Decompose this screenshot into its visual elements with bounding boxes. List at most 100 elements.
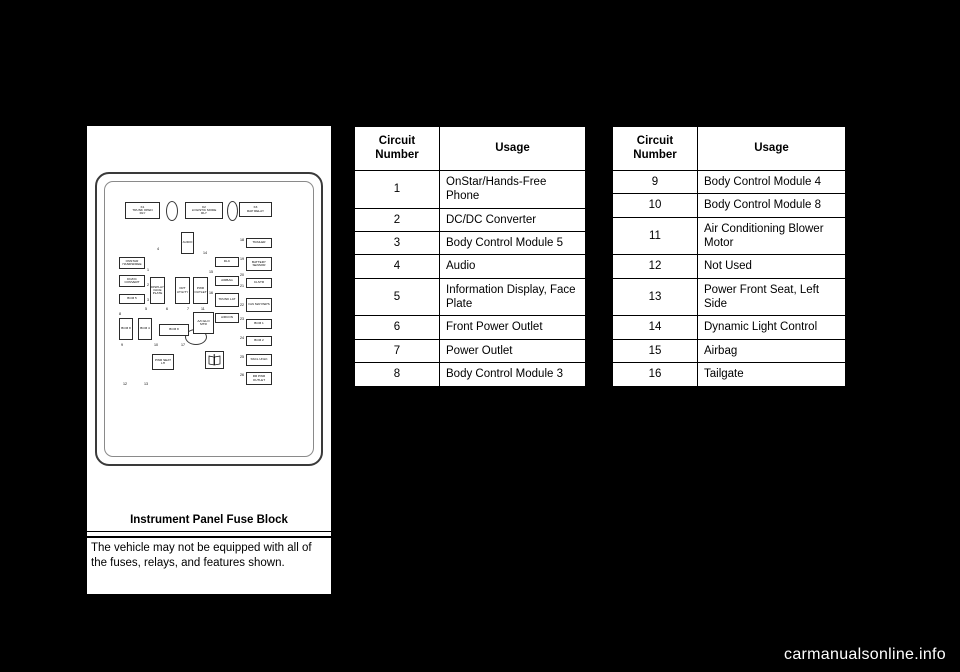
fuse-table-right-head: Circuit Number Usage [612,126,846,171]
cell-usage: Power Front Seat, Left Side [697,277,846,317]
table-row: 2 DC/DC Converter [354,207,586,232]
fuse-battery-sensor: BATTERY SENSOR [246,257,272,271]
manual-booklet-icon [205,351,224,369]
fuse-bcm8-left-label: BCM 8 [121,326,131,331]
header-circuit-number: Circuit Number [354,126,440,171]
callout-12: 12 [123,382,127,386]
fuse-airbag: AIRBAG [215,276,239,286]
figure-caption-rule [87,531,331,532]
fuse-sscl-unlk: SSCL UNLK [246,354,272,366]
callout-23: 23 [240,317,244,321]
fuse-dlc-label: DLC [223,259,231,264]
table-row: 1 OnStar/Hands-Free Phone [354,169,586,209]
cell-circuit-number: 4 [354,254,440,279]
callout-11: 11 [201,307,205,311]
table-row: 16 Tailgate [612,362,846,387]
fuse-bcm8-mid: BCM 8 [159,324,189,336]
fuse-block-outline: K1 TRUNK OPEN RLY K2 LOGISTIC MODE RLY K… [95,172,323,466]
table-row: 6 Front Power Outlet [354,315,586,340]
fuse-display-face-plate-label: DISPLAY FACE PLATE [151,284,164,296]
site-watermark: carmanualsonline.info [784,646,946,663]
callout-21: 21 [240,284,244,288]
fuse-table-right-body: 9 Body Control Module 4 10 Body Control … [612,169,846,387]
table-row: 13 Power Front Seat, Left Side [612,277,846,317]
cell-circuit-number: 10 [612,193,698,218]
figure-caption: Instrument Panel Fuse Block [130,514,288,526]
relay-k3-label: K3 RAP RELAY [246,205,265,213]
table-row: 3 Body Control Module 5 [354,230,586,256]
fuse-pwr-seat-lh: PWR SEAT LH [152,354,174,370]
cell-circuit-number: 3 [354,230,440,256]
fuse-aircon-label: A/RCON [220,315,234,320]
callout-7: 7 [187,307,189,311]
callout-18: 18 [240,238,244,242]
callout-10: 10 [154,343,158,347]
fuse-ign-sw-peps-label: IGN SW/ PEPS [248,302,270,307]
header-circuit-number: Circuit Number [612,126,698,171]
fuse-battery-sensor-label: BATTERY SENSOR [252,259,266,267]
callout-16: 16 [209,291,213,295]
cell-usage: Air Conditioning Blower Motor [697,216,846,256]
fuse-aircon: A/RCON [215,313,239,323]
fuse-clstr: CLSTR [246,278,272,288]
cell-usage: OnStar/Hands-Free Phone [439,169,586,209]
cell-circuit-number: 2 [354,207,440,232]
table-row: 5 Information Display, Face Plate [354,277,586,317]
decor-ellipse-2 [227,201,238,221]
relay-k3: K3 RAP RELAY [239,202,272,217]
fuse-ac-elo-mtr-label: A/C ELO MTR [197,318,210,326]
callout-8: 8 [119,312,121,316]
fuse-display-face-plate: DISPLAY FACE PLATE [150,277,165,304]
fuse-dcdc-converter: DC/DC CONVERT [119,275,145,287]
fuse-audio-label: AUDIO [182,240,193,245]
fuse-dcdc-converter-label: DC/DC CONVERT [124,276,140,284]
cell-circuit-number: 15 [612,338,698,364]
relay-k2-label: K2 LOGISTIC MODE RLY [191,204,217,216]
table-row: 14 Dynamic Light Control [612,315,846,340]
fuse-bcm8-mid-label: BCM 8 [169,327,179,332]
table-row: 8 Body Control Module 3 [354,362,586,387]
relay-k1: K1 TRUNK OPEN RLY [125,202,160,219]
cell-circuit-number: 7 [354,338,440,364]
fuse-bcm4-label: BCM 4 [140,326,150,331]
callout-5: 5 [145,307,147,311]
fuse-ac-elo-mtr: A/C ELO MTR [193,312,214,334]
fuse-onstar-handsfree-label: ONSTAR HANDSFREE [122,258,142,266]
table-row: 15 Airbag [612,338,846,364]
fuse-frt-utility: FRT UTILITY [175,277,190,304]
fuse-airbag-label: AIRBAG [221,278,233,283]
fuse-audio: AUDIO [181,232,194,254]
callout-17: 17 [181,343,185,347]
table-row: 10 Body Control Module 8 [612,193,846,218]
callout-3: 3 [147,298,149,302]
fuse-bcm4: BCM 4 [138,318,152,340]
callout-20: 20 [240,273,244,277]
fuse-table-left: Circuit Number Usage 1 OnStar/Hands-Free… [354,126,586,387]
fuse-bcm5: BCM 5 [119,294,145,304]
fuse-trunk-lat: TRUNK LAT [215,293,239,307]
figure-note: The vehicle may not be equipped with all… [87,538,331,594]
header-usage: Usage [697,126,846,171]
table-row: 4 Audio [354,254,586,279]
callout-25: 25 [240,355,244,359]
fuse-pwr-outlet-label: PWR OUTLET [194,286,207,294]
callout-22: 22 [240,303,244,307]
cell-usage: Body Control Module 3 [439,362,586,387]
fuse-bcm5-label: BCM 5 [127,296,137,301]
cell-usage: Dynamic Light Control [697,315,846,340]
fuse-rr-pwr-outlet-label: RR PWR OUTLET [252,374,266,382]
callout-15: 15 [209,270,213,274]
table-row: 9 Body Control Module 4 [612,169,846,195]
fuse-bcm2: BCM 2 [246,336,272,346]
fuse-rr-pwr-outlet: RR PWR OUTLET [246,372,272,385]
cell-usage: Front Power Outlet [439,315,586,340]
callout-14: 14 [203,251,207,255]
fuse-bcm8-left: BCM 8 [119,318,133,340]
fuse-clstr-label: CLSTR [253,280,265,285]
callout-2: 2 [147,283,149,287]
cell-circuit-number: 8 [354,362,440,387]
callout-6: 6 [166,307,168,311]
table-row: 12 Not Used [612,254,846,279]
fuse-pwr-seat-lh-label: PWR SEAT LH [155,357,171,365]
cell-usage: Information Display, Face Plate [439,277,586,317]
